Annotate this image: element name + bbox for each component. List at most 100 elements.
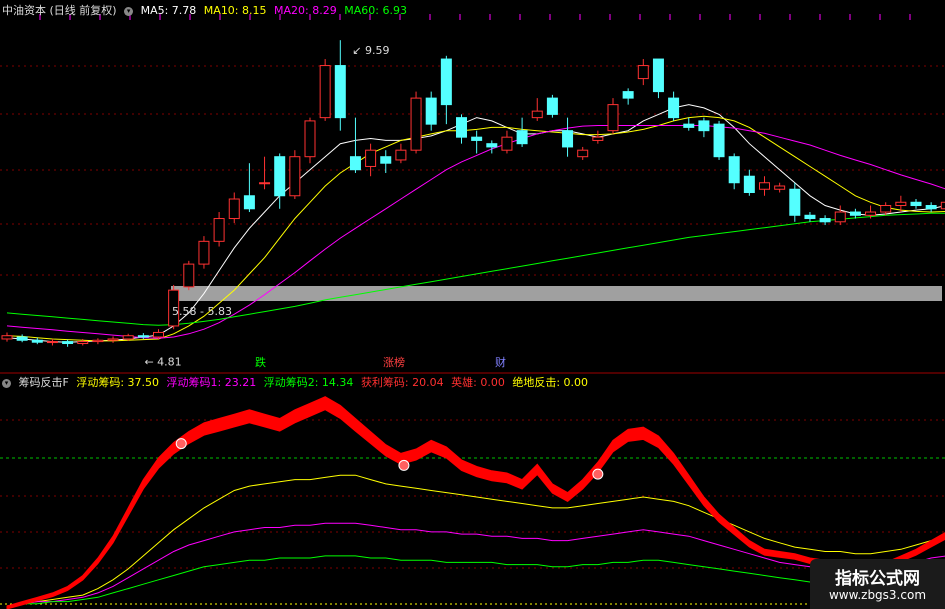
signal-cai: 财 — [495, 356, 506, 369]
indicator-line-2 — [6, 522, 945, 607]
signal-marker-icon — [398, 459, 410, 471]
candle-up — [637, 65, 649, 80]
candle-down — [668, 97, 680, 119]
candle-down — [334, 65, 346, 119]
signal-marker-icon — [592, 468, 604, 480]
candle-down — [683, 123, 695, 128]
candle-up — [865, 211, 877, 216]
indicator-v3: 浮动筹码2: 14.34 — [263, 376, 354, 389]
candle-up — [183, 263, 195, 288]
price-range-label: 5.58 - 5.83 — [172, 305, 232, 318]
candle-down — [789, 188, 801, 216]
candle-up — [46, 341, 58, 344]
candle-down — [425, 97, 437, 125]
candle-down — [562, 130, 574, 148]
ma10-value: MA10: 8.15 — [203, 4, 267, 17]
candle-down — [516, 130, 528, 145]
signal-marker-icon — [175, 438, 187, 450]
candle-down — [698, 120, 710, 132]
candle-up — [607, 104, 619, 132]
indicator-v4: 获利筹码: 20.04 — [360, 376, 444, 389]
candle-up — [319, 65, 331, 119]
indicator-v5: 英雄: 0.00 — [451, 376, 505, 389]
toggle-icon[interactable]: ▾ — [124, 6, 134, 16]
candle-down — [728, 156, 740, 184]
ma-line-ma60 — [6, 212, 945, 326]
stock-chart[interactable]: ↙ 9.59 ← 4.81 5.58 - 5.83 — [0, 0, 945, 609]
candle-down — [743, 175, 755, 193]
indicator-v6: 绝地反击: 0.00 — [512, 376, 589, 389]
candle-down — [31, 339, 43, 343]
candle-down — [546, 97, 558, 115]
candle-up — [531, 110, 543, 119]
candle-down — [349, 156, 361, 171]
candle-down — [471, 136, 483, 141]
candle-down — [804, 214, 816, 220]
indicator-v1: 浮动筹码: 37.50 — [76, 376, 160, 389]
candle-down — [652, 58, 664, 93]
indicator-line-1 — [6, 474, 945, 607]
watermark-url: www.zbgs3.com — [828, 588, 927, 602]
low-price-label: ← 4.81 — [144, 355, 181, 368]
candle-down — [849, 211, 861, 216]
candle-up — [1, 335, 13, 340]
candle-up — [289, 156, 301, 197]
candle-down — [925, 205, 937, 210]
toggle-icon[interactable]: ▾ — [2, 378, 11, 388]
stock-title[interactable]: 中油资本 (日线 前复权) — [2, 4, 117, 17]
grid-lines — [0, 14, 945, 605]
signal-zhangbang: 涨榜 — [383, 356, 405, 369]
candle-down — [713, 123, 725, 158]
candle-down — [243, 195, 255, 210]
candle-down — [456, 117, 467, 138]
indicator-header: ▾ 筹码反击F 浮动筹码: 37.50 浮动筹码1: 23.21 浮动筹码2: … — [2, 376, 592, 390]
indicator-lines — [6, 396, 945, 609]
ma60-value: MA60: 6.93 — [344, 4, 407, 17]
profit-chip-band — [6, 396, 945, 609]
main-header: 中油资本 (日线 前复权) ▾ MA5: 7.78 MA10: 8.15 MA2… — [2, 4, 411, 18]
candle-up — [304, 120, 316, 158]
ma-line-ma10 — [6, 115, 945, 342]
candle-up — [259, 182, 271, 185]
candle-down — [62, 341, 74, 345]
candle-up — [153, 331, 164, 338]
candle-up — [940, 201, 945, 210]
candle-up — [92, 339, 104, 343]
indicator-line-3 — [6, 555, 945, 607]
candle-down — [819, 218, 831, 223]
candle-up — [395, 149, 407, 161]
ma5-value: MA5: 7.78 — [140, 4, 197, 17]
candle-up — [895, 201, 907, 207]
watermark-title: 指标公式网 — [835, 569, 920, 589]
candle-up — [774, 185, 786, 190]
candle-up — [759, 182, 770, 190]
watermark: 指标公式网 www.zbgs3.com — [810, 559, 945, 609]
ma20-value: MA20: 8.29 — [274, 4, 337, 17]
indicator-v2: 浮动筹码1: 23.21 — [166, 376, 257, 389]
candle-up — [880, 205, 892, 213]
candle-up — [107, 338, 119, 341]
candle-up — [410, 97, 422, 151]
candle-down — [380, 156, 392, 164]
price-band-gray — [171, 286, 942, 301]
ma-line-ma20 — [6, 125, 945, 339]
candle-down — [274, 156, 286, 197]
candle-down — [910, 201, 922, 207]
candle-up — [213, 218, 225, 242]
candle-up — [198, 240, 210, 265]
candle-down — [137, 335, 149, 338]
candle-up — [228, 198, 240, 220]
candle-up — [122, 335, 134, 340]
candle-down — [486, 143, 498, 148]
candle-down — [622, 91, 634, 99]
candle-up — [77, 341, 89, 345]
high-price-label: ↙ 9.59 — [352, 44, 389, 57]
candle-up — [365, 149, 377, 167]
signal-die: 跌 — [255, 356, 266, 369]
candle-down — [16, 336, 28, 341]
candle-up — [834, 211, 846, 223]
indicator-name[interactable]: 筹码反击F — [19, 376, 69, 389]
candle-up — [592, 136, 604, 141]
candle-up — [577, 149, 589, 158]
candle-up — [501, 136, 513, 151]
